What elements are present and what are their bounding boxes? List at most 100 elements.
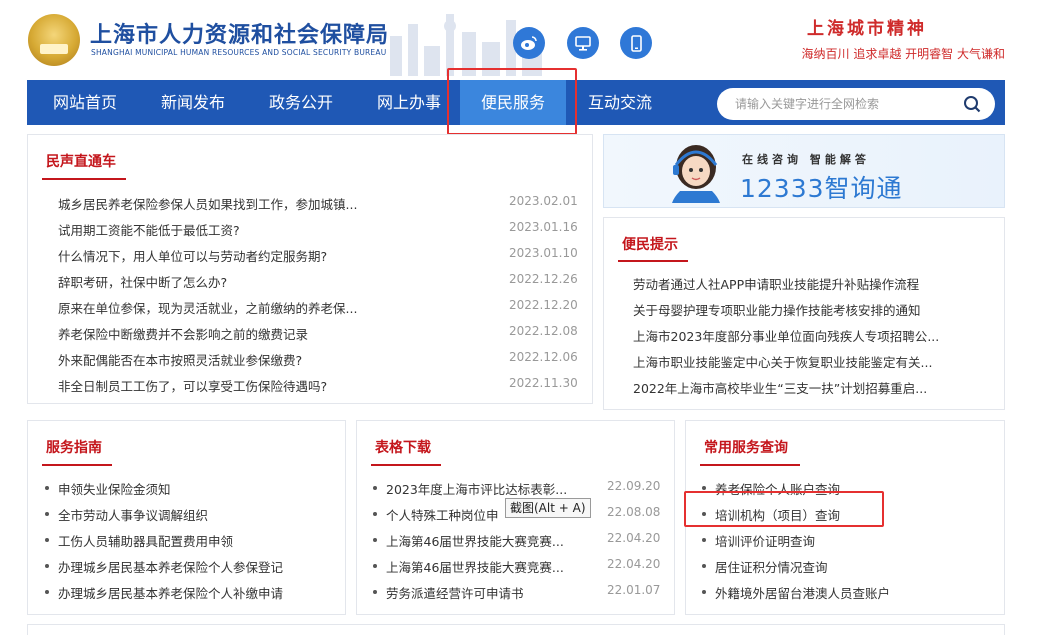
query-item-text[interactable]: 外籍境外居留台港澳人员查账户 xyxy=(715,583,890,602)
query-item-text[interactable]: 居住证积分情况查询 xyxy=(715,557,828,576)
forms-item-text[interactable]: 个人特殊工种岗位申 xyxy=(386,505,499,524)
desktop-icon[interactable] xyxy=(567,27,599,59)
qa-item-text[interactable]: 原来在单位参保，现为灵活就业，之前缴纳的养老保... xyxy=(58,298,357,317)
bullet-icon xyxy=(702,564,706,568)
qa-item[interactable]: 辞职考研，社保中断了怎么办? 2022.12.26 xyxy=(28,268,592,294)
tips-item-text[interactable]: 上海市2023年度部分事业单位面向残疾人专项招聘公... xyxy=(633,326,939,345)
qa-item[interactable]: 什么情况下，用人单位可以与劳动者约定服务期? 2023.01.10 xyxy=(28,242,592,268)
forms-item-date: 22.04.20 xyxy=(607,531,661,545)
nav-item-gov-affairs[interactable]: 政务公开 xyxy=(251,80,351,125)
qa-item[interactable]: 养老保险中断缴费并不会影响之前的缴费记录 2022.12.08 xyxy=(28,320,592,346)
bullet-icon xyxy=(373,590,377,594)
forms-item-text[interactable]: 2023年度上海市评比达标表彰... xyxy=(386,479,567,498)
qa-item-date: 2023.02.01 xyxy=(509,194,578,208)
bureau-emblem-icon[interactable] xyxy=(28,14,80,66)
site-header: 上海市人力资源和社会保障局 SHANGHAI MUNICIPAL HUMAN R… xyxy=(0,0,1051,80)
qa-item-text[interactable]: 养老保险中断缴费并不会影响之前的缴费记录 xyxy=(58,324,308,343)
guide-item-text[interactable]: 全市劳动人事争议调解组织 xyxy=(58,505,208,524)
qa-item[interactable]: 外来配偶能否在本市按照灵活就业参保缴费? 2022.12.06 xyxy=(28,346,592,372)
title-underline xyxy=(618,260,688,262)
bullet-icon xyxy=(45,590,49,594)
tips-item[interactable]: 上海市职业技能鉴定中心关于恢复职业技能鉴定有关... xyxy=(604,348,1004,374)
title-underline xyxy=(42,464,112,466)
query-item-text[interactable]: 培训评价证明查询 xyxy=(715,531,815,550)
forms-item-text[interactable]: 上海第46届世界技能大赛竞赛... xyxy=(386,531,564,550)
guide-item-text[interactable]: 工伤人员辅助器具配置费用申领 xyxy=(58,531,233,550)
query-item[interactable]: 培训机构（项目）查询 xyxy=(686,501,1004,527)
guide-item-text[interactable]: 办理城乡居民基本养老保险个人补缴申请 xyxy=(58,583,283,602)
qa-item-text[interactable]: 试用期工资能不能低于最低工资? xyxy=(58,220,240,239)
site-title[interactable]: 上海市人力资源和社会保障局 xyxy=(90,17,389,49)
search-input[interactable] xyxy=(735,94,955,114)
nav-item-news[interactable]: 新闻发布 xyxy=(143,80,243,125)
bullet-icon xyxy=(702,538,706,542)
guide-item[interactable]: 申领失业保险金须知 xyxy=(28,475,345,501)
forms-item-date: 22.04.20 xyxy=(607,557,661,571)
forms-item-date: 22.09.20 xyxy=(607,479,661,493)
forms-item-text[interactable]: 劳务派遣经营许可申请书 xyxy=(386,583,524,602)
tips-item-text[interactable]: 劳动者通过人社APP申请职业技能提升补贴操作流程 xyxy=(633,274,919,293)
tips-item-text[interactable]: 上海市职业技能鉴定中心关于恢复职业技能鉴定有关... xyxy=(633,352,932,371)
qa-item-date: 2022.12.08 xyxy=(509,324,578,338)
nav-item-online-service[interactable]: 网上办事 xyxy=(359,80,459,125)
guide-item[interactable]: 办理城乡居民基本养老保险个人补缴申请 xyxy=(28,579,345,605)
bullet-icon xyxy=(373,512,377,516)
nav-item-interaction[interactable]: 互动交流 xyxy=(570,80,670,125)
qa-item-text[interactable]: 外来配偶能否在本市按照灵活就业参保缴费? xyxy=(58,350,302,369)
smart-consult-banner[interactable]: 在线咨询 智能解答 12333智询通 xyxy=(603,134,1005,208)
nav-item-home[interactable]: 网站首页 xyxy=(35,80,135,125)
guide-item[interactable]: 工伤人员辅助器具配置费用申领 xyxy=(28,527,345,553)
bullet-icon xyxy=(702,590,706,594)
nav-item-convenience-service[interactable]: 便民服务 xyxy=(460,80,566,125)
tips-item-text[interactable]: 2022年上海市高校毕业生“三支一扶”计划招募重启... xyxy=(633,378,927,397)
query-item[interactable]: 培训评价证明查询 xyxy=(686,527,1004,553)
forms-item-text[interactable]: 上海第46届世界技能大赛竞赛... xyxy=(386,557,564,576)
tips-panel: 便民提示 劳动者通过人社APP申请职业技能提升补贴操作流程 关于母婴护理专项职业… xyxy=(603,217,1005,410)
guide-item[interactable]: 全市劳动人事争议调解组织 xyxy=(28,501,345,527)
qa-item-date: 2023.01.10 xyxy=(509,246,578,260)
query-panel-title: 常用服务查询 xyxy=(704,440,788,456)
tips-item[interactable]: 关于母婴护理专项职业能力操作技能考核安排的通知 xyxy=(604,296,1004,322)
qa-item-text[interactable]: 城乡居民养老保险参保人员如果找到工作，参加城镇... xyxy=(58,194,357,213)
qa-item[interactable]: 原来在单位参保，现为灵活就业，之前缴纳的养老保... 2022.12.20 xyxy=(28,294,592,320)
tips-item-text[interactable]: 关于母婴护理专项职业能力操作技能考核安排的通知 xyxy=(633,300,921,319)
next-section-edge xyxy=(27,624,1005,635)
bullet-icon xyxy=(45,538,49,542)
guide-panel: 服务指南 申领失业保险金须知 全市劳动人事争议调解组织 工伤人员辅助器具配置费用… xyxy=(27,420,346,615)
query-item[interactable]: 养老保险个人账户查询 xyxy=(686,475,1004,501)
query-item-text[interactable]: 培训机构（项目）查询 xyxy=(715,505,840,524)
tips-panel-title: 便民提示 xyxy=(622,237,678,253)
qa-item-text[interactable]: 什么情况下，用人单位可以与劳动者约定服务期? xyxy=(58,246,327,265)
forms-item-date: 22.01.07 xyxy=(607,583,661,597)
forms-item[interactable]: 上海第46届世界技能大赛竞赛... 22.04.20 xyxy=(357,553,674,579)
bullet-icon xyxy=(45,512,49,516)
bullet-icon xyxy=(702,512,706,516)
tips-item[interactable]: 2022年上海市高校毕业生“三支一扶”计划招募重启... xyxy=(604,374,1004,400)
guide-item[interactable]: 办理城乡居民基本养老保险个人参保登记 xyxy=(28,553,345,579)
query-item[interactable]: 外籍境外居留台港澳人员查账户 xyxy=(686,579,1004,605)
city-spirit-slogan: 上海城市精神 海纳百川 追求卓越 开明睿智 大气谦和 xyxy=(765,14,1005,62)
weibo-icon[interactable] xyxy=(513,27,545,59)
guide-item-text[interactable]: 办理城乡居民基本养老保险个人参保登记 xyxy=(58,557,283,576)
qa-item[interactable]: 试用期工资能不能低于最低工资? 2023.01.16 xyxy=(28,216,592,242)
qa-item-date: 2022.12.20 xyxy=(509,298,578,312)
qa-item-text[interactable]: 非全日制员工工伤了，可以享受工伤保险待遇吗? xyxy=(58,376,327,395)
search-icon[interactable] xyxy=(963,95,981,113)
qa-item[interactable]: 城乡居民养老保险参保人员如果找到工作，参加城镇... 2023.02.01 xyxy=(28,190,592,216)
banner-title: 12333智询通 xyxy=(740,174,903,203)
forms-item[interactable]: 上海第46届世界技能大赛竞赛... 22.04.20 xyxy=(357,527,674,553)
bullet-icon xyxy=(45,564,49,568)
query-item[interactable]: 居住证积分情况查询 xyxy=(686,553,1004,579)
spirit-words: 海纳百川 追求卓越 开明睿智 大气谦和 xyxy=(801,47,1005,61)
qa-item[interactable]: 非全日制员工工伤了，可以享受工伤保险待遇吗? 2022.11.30 xyxy=(28,372,592,398)
guide-item-text[interactable]: 申领失业保险金须知 xyxy=(58,479,171,498)
forms-item[interactable]: 劳务派遣经营许可申请书 22.01.07 xyxy=(357,579,674,605)
mobile-icon[interactable] xyxy=(620,27,652,59)
tips-item[interactable]: 劳动者通过人社APP申请职业技能提升补贴操作流程 xyxy=(604,270,1004,296)
qa-item-text[interactable]: 辞职考研，社保中断了怎么办? xyxy=(58,272,227,291)
tips-item[interactable]: 上海市2023年度部分事业单位面向残疾人专项招聘公... xyxy=(604,322,1004,348)
qa-panel-title: 民声直通车 xyxy=(46,154,116,170)
query-panel: 常用服务查询 养老保险个人账户查询 培训机构（项目）查询 培训评价证明查询 居住… xyxy=(685,420,1005,615)
query-item-text[interactable]: 养老保险个人账户查询 xyxy=(715,479,840,498)
qa-item-date: 2022.12.26 xyxy=(509,272,578,286)
